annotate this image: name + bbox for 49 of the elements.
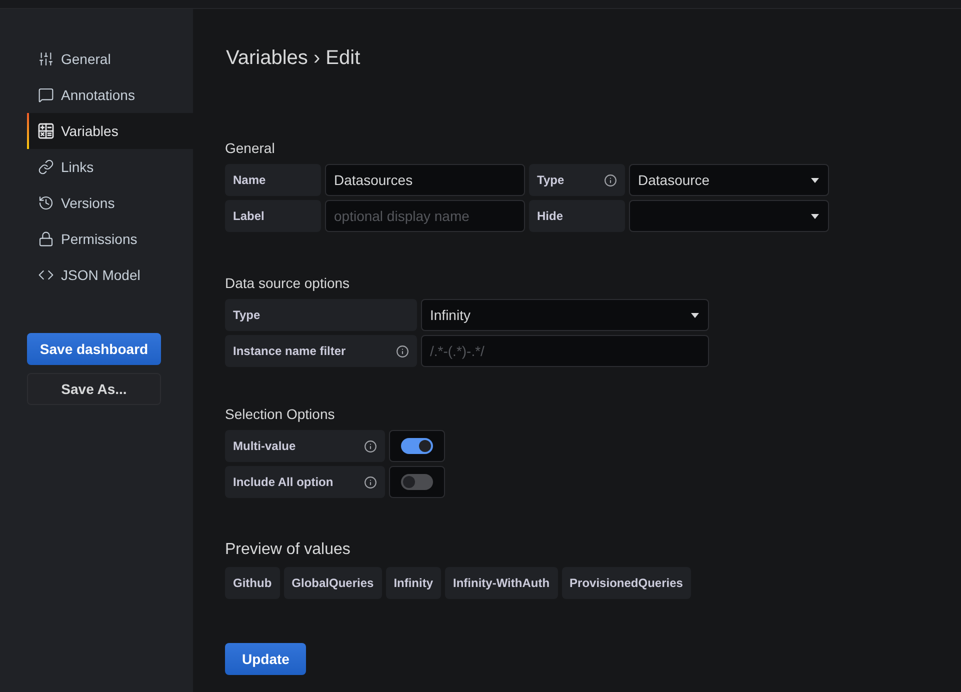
- page-title: Variables › Edit: [225, 46, 362, 70]
- field-label: Instance name filter: [233, 343, 346, 359]
- text-input[interactable]: /.*-(.*)-.*/: [421, 335, 709, 367]
- toggle-switch[interactable]: [401, 438, 433, 454]
- section-heading: Selection Options: [225, 406, 336, 422]
- preview-value: Infinity-WithAuth: [445, 567, 558, 599]
- text-input[interactable]: Datasources: [325, 164, 525, 196]
- field-label: Multi-value: [233, 438, 296, 454]
- select-field[interactable]: Infinity: [421, 299, 709, 331]
- section-heading: General: [225, 140, 276, 156]
- select-field[interactable]: Datasource: [629, 164, 829, 196]
- info-icon: [364, 440, 377, 452]
- info-icon: [396, 344, 409, 358]
- sidebar-item[interactable]: Versions: [27, 185, 193, 221]
- text-input[interactable]: optional display name: [325, 200, 525, 232]
- select-field[interactable]: [629, 200, 829, 232]
- comment-icon: [38, 87, 54, 103]
- sidebar-item[interactable]: Permissions: [27, 221, 193, 257]
- caret-down-icon: [811, 214, 819, 218]
- field-label: Label: [233, 208, 264, 224]
- caret-down-icon: [691, 312, 699, 318]
- sidebar-item[interactable]: Links: [27, 149, 193, 185]
- section-heading: Data source options: [225, 275, 351, 291]
- caret-down-icon: [811, 178, 819, 182]
- field-label: Name: [233, 172, 266, 188]
- field-label: Type: [537, 172, 564, 188]
- sidebar-item[interactable]: Variables: [27, 113, 193, 149]
- sidebar-item[interactable]: Annotations: [27, 77, 193, 113]
- sidebar-item[interactable]: General: [27, 41, 193, 77]
- history-icon: [38, 195, 54, 211]
- lock-icon: [38, 231, 54, 247]
- link-icon: [38, 159, 54, 175]
- update-button[interactable]: Update: [225, 643, 306, 675]
- preview-value: Github: [225, 567, 280, 599]
- preview-value: Infinity: [386, 567, 442, 599]
- field-label: Type: [233, 307, 260, 323]
- save-as-button[interactable]: Save As...: [27, 373, 161, 405]
- field-label: Hide: [537, 208, 564, 224]
- calculator-icon: [38, 123, 54, 139]
- sliders-icon: [38, 51, 54, 67]
- info-icon: [604, 174, 617, 186]
- field-label: Include All option: [233, 474, 334, 490]
- preview-value: ProvisionedQueries: [562, 567, 691, 599]
- toggle-switch[interactable]: [401, 474, 433, 490]
- preview-value: GlobalQueries: [284, 567, 382, 599]
- info-icon: [364, 476, 377, 488]
- sidebar-item[interactable]: JSON Model: [27, 257, 193, 293]
- save-dashboard-button[interactable]: Save dashboard: [27, 333, 161, 365]
- section-heading: Preview of values: [225, 540, 352, 560]
